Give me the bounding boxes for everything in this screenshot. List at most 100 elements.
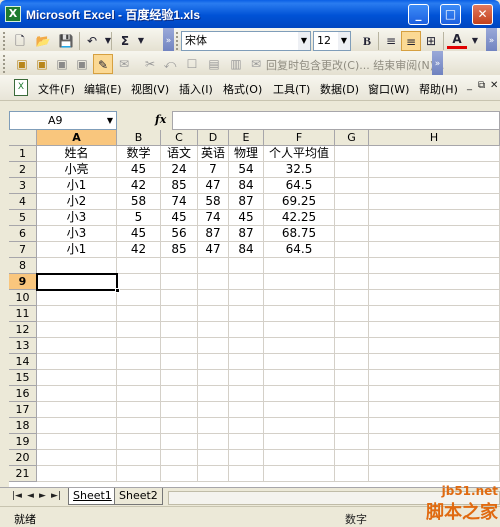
cell-f3[interactable]: 64.5 — [264, 178, 335, 194]
cell-d9[interactable] — [198, 274, 229, 290]
cell-f13[interactable] — [264, 338, 335, 354]
cell-c6[interactable]: 56 — [161, 226, 198, 242]
cell-e21[interactable] — [229, 466, 264, 482]
row-header-18[interactable]: 18 — [9, 418, 37, 434]
row-header-15[interactable]: 15 — [9, 370, 37, 386]
title-bar[interactable]: X Microsoft Excel - 百度经验1.xls _ □ ✕ — [0, 0, 500, 28]
new-document-icon[interactable]: 🗋 — [10, 31, 30, 51]
cell-d8[interactable] — [198, 258, 229, 274]
row-header-16[interactable]: 16 — [9, 386, 37, 402]
row-header-2[interactable]: 2 — [9, 162, 37, 178]
cell-f2[interactable]: 32.5 — [264, 162, 335, 178]
cell-d16[interactable] — [198, 386, 229, 402]
menu-insert[interactable]: 插入(I) — [179, 81, 213, 97]
cell-f19[interactable] — [264, 434, 335, 450]
cell-e8[interactable] — [229, 258, 264, 274]
row-header-3[interactable]: 3 — [9, 178, 37, 194]
review-icon[interactable]: ▥ — [226, 54, 246, 74]
cell-f18[interactable] — [264, 418, 335, 434]
cell-c19[interactable] — [161, 434, 198, 450]
cell-e13[interactable] — [229, 338, 264, 354]
review-reply-text[interactable]: 回复时包含更改(C)... 结束审阅(N)... — [266, 57, 445, 73]
menu-data[interactable]: 数据(D) — [320, 81, 359, 97]
menu-help[interactable]: 帮助(H) — [419, 81, 458, 97]
cell-h8[interactable] — [369, 258, 500, 274]
menu-view[interactable]: 视图(V) — [131, 81, 169, 97]
cell-a21[interactable] — [37, 466, 117, 482]
cell-h9[interactable] — [369, 274, 500, 290]
cell-c7[interactable]: 85 — [161, 242, 198, 258]
cell-e7[interactable]: 84 — [229, 242, 264, 258]
review-icon[interactable]: ▣ — [12, 54, 32, 74]
cell-d19[interactable] — [198, 434, 229, 450]
cell-g7[interactable] — [335, 242, 369, 258]
cell-e3[interactable]: 84 — [229, 178, 264, 194]
insert-function-icon[interactable]: fx — [155, 113, 166, 126]
toolbar-grip[interactable] — [3, 32, 6, 50]
cell-h3[interactable] — [369, 178, 500, 194]
column-header-c[interactable]: C — [161, 130, 198, 146]
cell-d18[interactable] — [198, 418, 229, 434]
cell-f21[interactable] — [264, 466, 335, 482]
tab-first-icon[interactable]: |◄ — [12, 491, 22, 501]
row-header-1[interactable]: 1 — [9, 146, 37, 162]
tab-prev-icon[interactable]: ◄ — [27, 491, 34, 501]
cell-c3[interactable]: 85 — [161, 178, 198, 194]
doc-restore-icon[interactable]: ⧉ — [478, 80, 485, 91]
cell-c18[interactable] — [161, 418, 198, 434]
cell-d7[interactable]: 47 — [198, 242, 229, 258]
cell-e11[interactable] — [229, 306, 264, 322]
cell-b1[interactable]: 数学 — [117, 146, 161, 162]
cell-b20[interactable] — [117, 450, 161, 466]
align-center-icon[interactable]: ≡ — [401, 31, 421, 51]
close-button[interactable]: ✕ — [472, 4, 493, 25]
cell-a6[interactable]: 小3 — [37, 226, 117, 242]
name-box[interactable]: A9 ▼ — [9, 111, 117, 130]
tab-sheet1[interactable]: Sheet1 — [68, 488, 117, 505]
cell-f1[interactable]: 个人平均值 — [264, 146, 335, 162]
cell-f11[interactable] — [264, 306, 335, 322]
row-header-6[interactable]: 6 — [9, 226, 37, 242]
column-header-d[interactable]: D — [198, 130, 229, 146]
cell-h17[interactable] — [369, 402, 500, 418]
cell-g4[interactable] — [335, 194, 369, 210]
cell-d2[interactable]: 7 — [198, 162, 229, 178]
cell-f8[interactable] — [264, 258, 335, 274]
cell-f20[interactable] — [264, 450, 335, 466]
cell-d12[interactable] — [198, 322, 229, 338]
cell-h1[interactable] — [369, 146, 500, 162]
cell-g5[interactable] — [335, 210, 369, 226]
cell-f10[interactable] — [264, 290, 335, 306]
cell-a13[interactable] — [37, 338, 117, 354]
cell-c11[interactable] — [161, 306, 198, 322]
row-header-12[interactable]: 12 — [9, 322, 37, 338]
cell-g12[interactable] — [335, 322, 369, 338]
cell-f5[interactable]: 42.25 — [264, 210, 335, 226]
cell-g6[interactable] — [335, 226, 369, 242]
row-header-19[interactable]: 19 — [9, 434, 37, 450]
cell-e5[interactable]: 45 — [229, 210, 264, 226]
cell-c15[interactable] — [161, 370, 198, 386]
cell-g17[interactable] — [335, 402, 369, 418]
cell-a18[interactable] — [37, 418, 117, 434]
autosum-dropdown-icon[interactable]: ▼ — [131, 31, 151, 51]
cell-h10[interactable] — [369, 290, 500, 306]
cell-d11[interactable] — [198, 306, 229, 322]
cell-d10[interactable] — [198, 290, 229, 306]
spreadsheet-grid[interactable]: A B C D E F G H 1 姓名 数学 语文 英语 物理 个人平均值 2 小亮 45 24 7 54 32.5 3 小… — [9, 130, 500, 487]
row-header-21[interactable]: 21 — [9, 466, 37, 482]
row-header-10[interactable]: 10 — [9, 290, 37, 306]
cell-e20[interactable] — [229, 450, 264, 466]
cell-g15[interactable] — [335, 370, 369, 386]
excel-app-icon[interactable]: X — [5, 6, 21, 22]
menu-edit[interactable]: 编辑(E) — [84, 81, 122, 97]
cell-e16[interactable] — [229, 386, 264, 402]
cell-h15[interactable] — [369, 370, 500, 386]
review-icon[interactable]: ⤺ — [160, 54, 180, 74]
cell-a12[interactable] — [37, 322, 117, 338]
doc-close-icon[interactable]: ✕ — [490, 80, 498, 91]
row-header-7[interactable]: 7 — [9, 242, 37, 258]
cell-c4[interactable]: 74 — [161, 194, 198, 210]
review-icon[interactable]: ☐ — [182, 54, 202, 74]
font-color-button[interactable]: A — [447, 31, 467, 49]
